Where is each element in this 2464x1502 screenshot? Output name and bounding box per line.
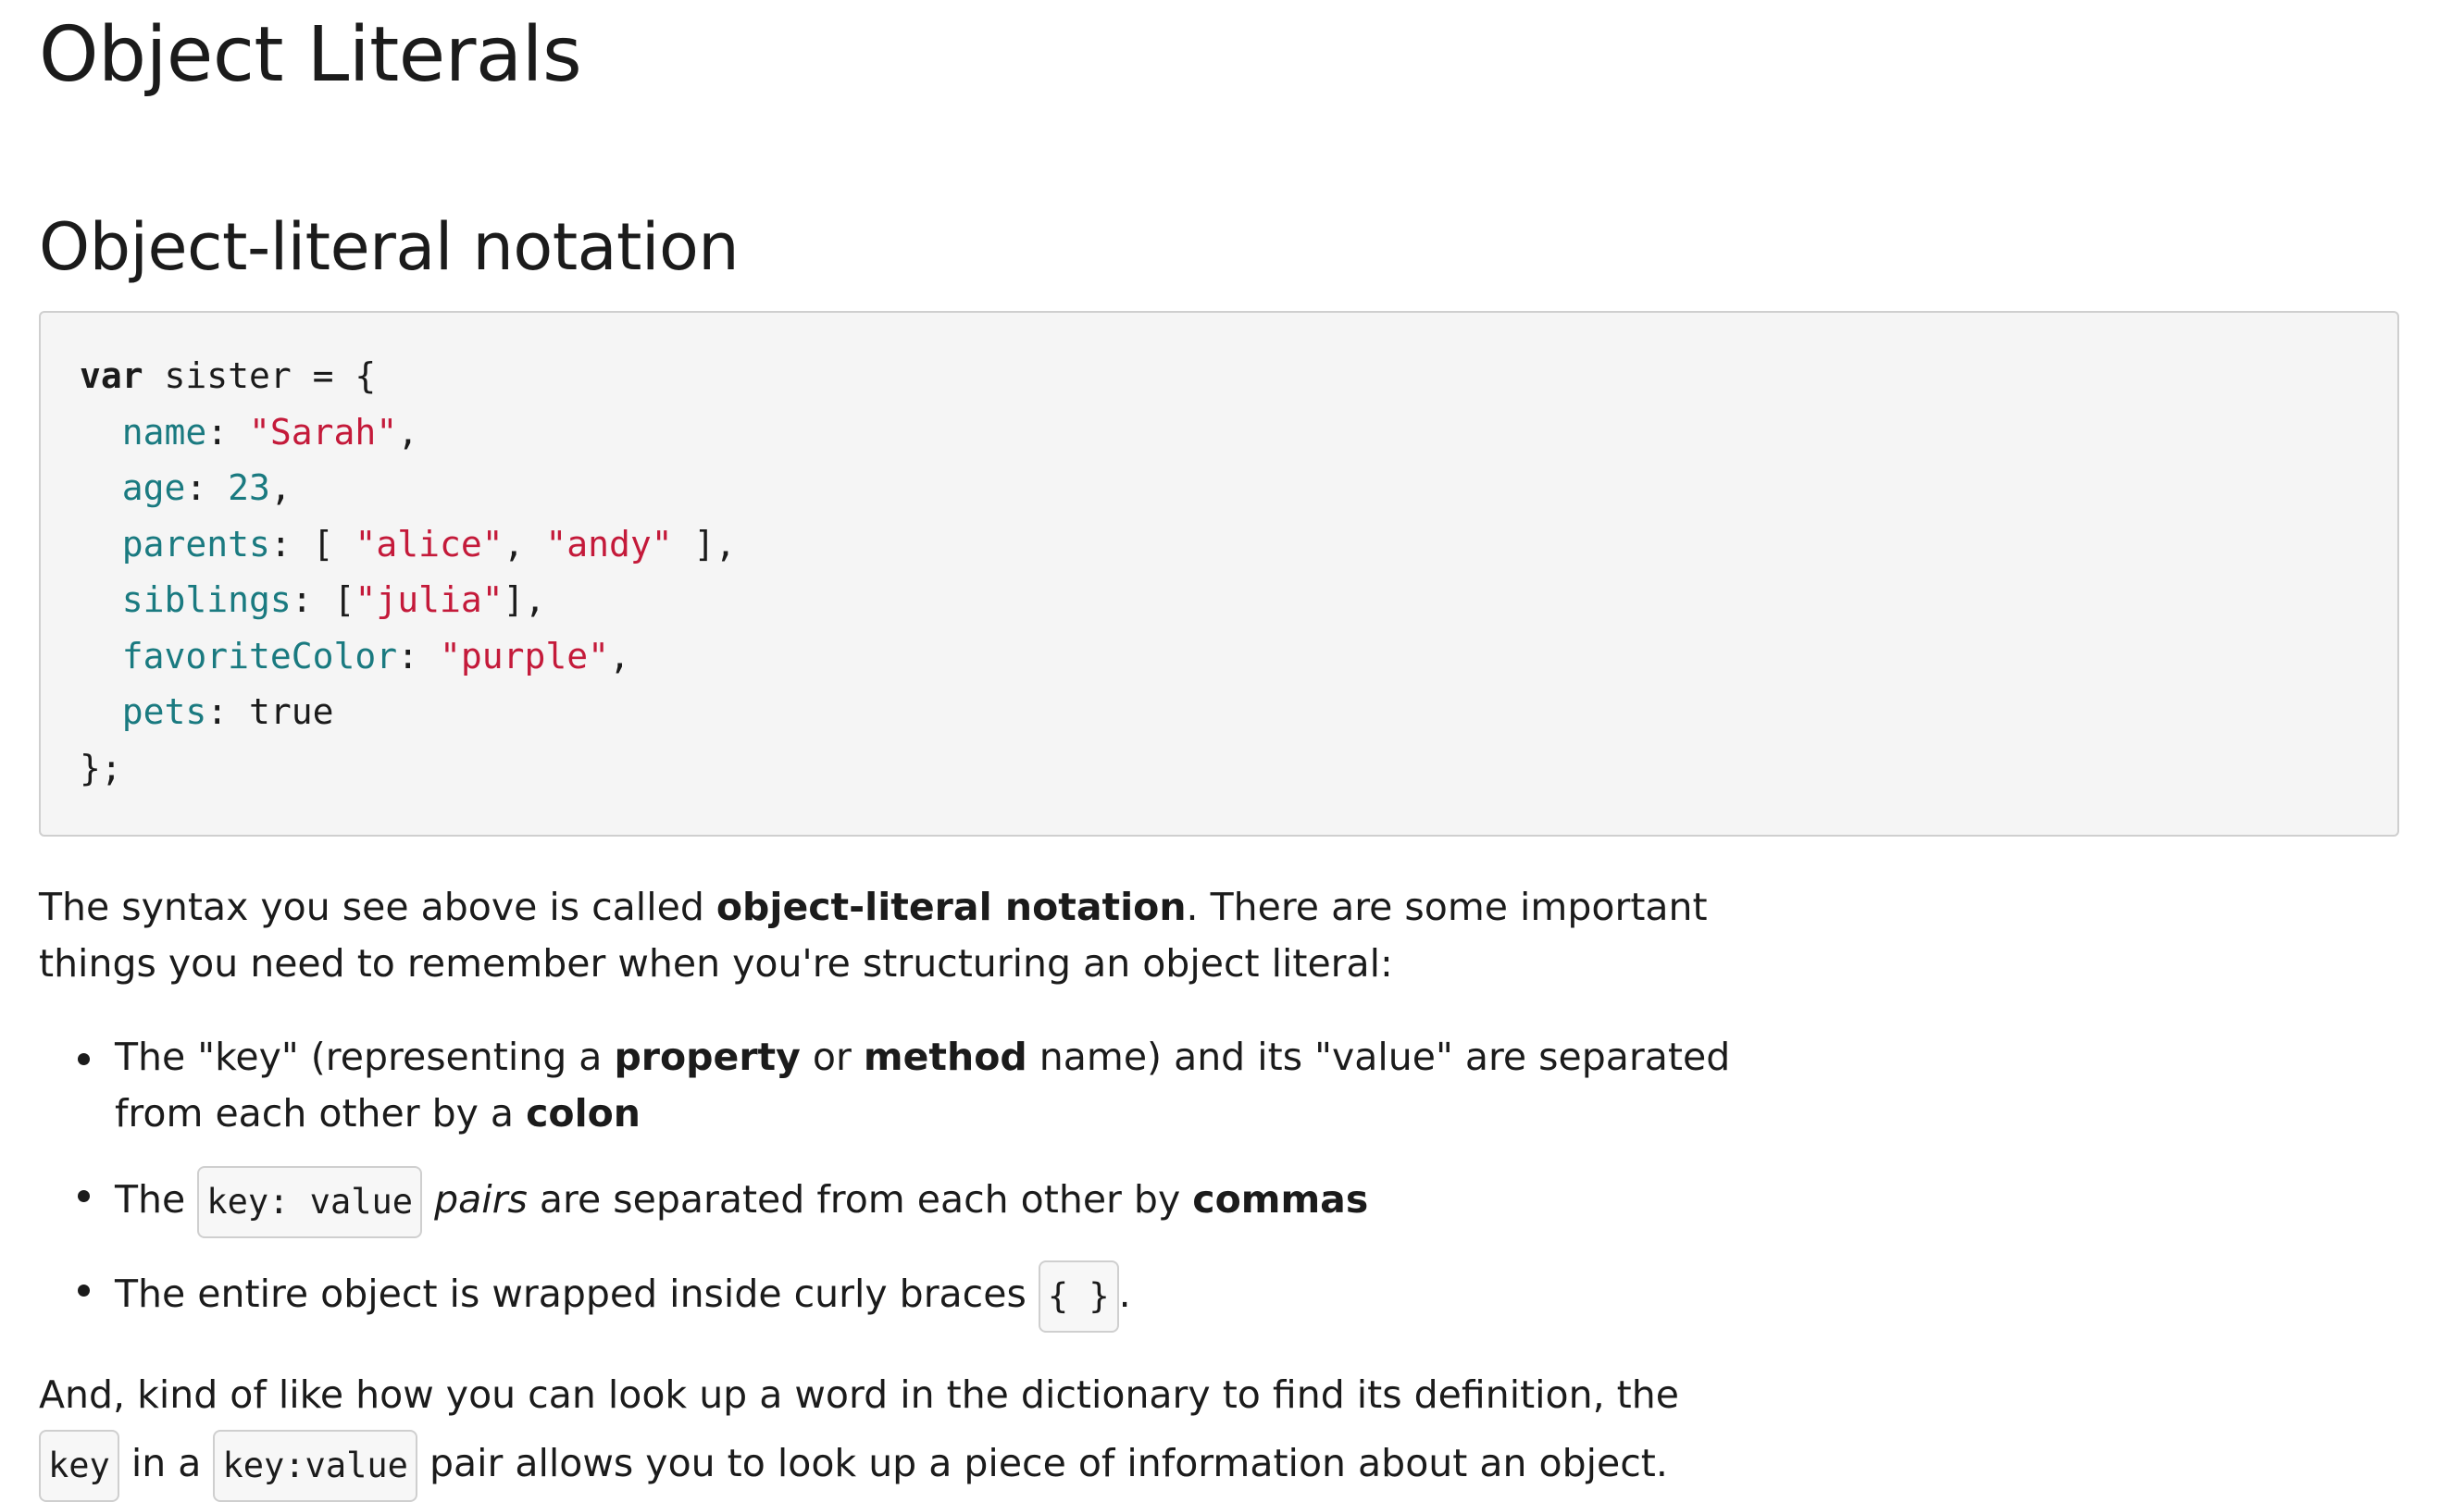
outro-text: And, kind of like how you can look up a … [39, 1372, 1679, 1417]
code-block[interactable]: var sister = { name: "Sarah", age: 23, p… [39, 311, 2399, 837]
inline-code: { } [1038, 1260, 1119, 1333]
list-text: are separated from each other by [527, 1177, 1193, 1222]
list-italic: pairs [434, 1177, 528, 1222]
code-text: : [185, 467, 229, 508]
code-number: 23 [228, 467, 270, 508]
code-string: "andy" [545, 523, 673, 565]
inline-code: key:value [213, 1430, 417, 1502]
code-line-1: var sister = { [80, 348, 2397, 404]
inline-code: key [39, 1430, 119, 1502]
code-text: , [503, 523, 546, 565]
code-property: name [121, 411, 207, 453]
list-item: The key: value pairs are separated from … [39, 1166, 1730, 1238]
bullet-dot-icon [78, 1053, 90, 1065]
code-keyword: var [80, 355, 143, 396]
list-bold: property [614, 1035, 801, 1079]
outro-text: pair allows you to look up a piece of in… [417, 1441, 1668, 1485]
intro-text-line-2: things you need to remember when you're … [39, 941, 1393, 986]
code-string: "julia" [355, 579, 504, 620]
code-property: parents [121, 523, 270, 565]
section-title: Object-literal notation [39, 209, 740, 285]
code-string: "purple" [439, 635, 609, 677]
outro-paragraph: And, kind of like how you can look up a … [39, 1360, 1679, 1502]
list-text: from each other by a [115, 1091, 527, 1136]
code-text: : [ [291, 579, 355, 620]
list-text: or [800, 1035, 864, 1079]
code-line-4: parents: [ "alice", "andy" ], [80, 516, 2397, 573]
rules-list: The "key" (representing a property or me… [39, 1029, 1730, 1333]
intro-bold-term: object-literal notation [716, 885, 1187, 929]
code-literal: true [249, 691, 334, 732]
code-line-7: pets: true [80, 684, 2397, 740]
code-property: age [121, 467, 186, 508]
code-text: , [608, 635, 630, 677]
page-title: Object Literals [39, 11, 582, 99]
code-string: "Sarah" [249, 411, 398, 453]
code-text: , [269, 467, 292, 508]
bullet-dot-icon [78, 1190, 90, 1202]
code-property: siblings [121, 579, 292, 620]
intro-text: The syntax you see above is called [39, 885, 716, 929]
list-item: The "key" (representing a property or me… [39, 1029, 1730, 1142]
code-property: pets [121, 691, 207, 732]
code-line-6: favoriteColor: "purple", [80, 628, 2397, 685]
list-bold: commas [1192, 1177, 1369, 1222]
list-text: . [1118, 1272, 1131, 1316]
list-text: The [115, 1177, 198, 1222]
code-text: , [397, 411, 419, 453]
code-text: ], [672, 523, 737, 565]
code-text: : [397, 635, 440, 677]
list-text: The entire object is wrapped inside curl… [115, 1272, 1039, 1316]
code-text: : [206, 691, 250, 732]
code-line-8: }; [80, 740, 2397, 797]
list-bold: colon [526, 1091, 641, 1136]
code-text: }; [80, 747, 122, 788]
code-line-5: siblings: ["julia"], [80, 572, 2397, 628]
code-line-3: age: 23, [80, 460, 2397, 516]
inline-code: key: value [197, 1166, 423, 1238]
code-text: : [206, 411, 250, 453]
list-bold: method [863, 1035, 1027, 1079]
code-text: sister = { [143, 355, 377, 396]
code-string: "alice" [355, 523, 504, 565]
bullet-dot-icon [78, 1285, 90, 1297]
code-property: favoriteColor [121, 635, 398, 677]
list-text: name) and its "value" are separated [1027, 1035, 1731, 1079]
outro-text: in a [118, 1441, 214, 1485]
intro-text: . There are some important [1186, 885, 1708, 929]
intro-paragraph: The syntax you see above is called objec… [39, 879, 1708, 992]
list-text: The "key" (representing a [115, 1035, 615, 1079]
code-text: : [ [269, 523, 355, 565]
list-item: The entire object is wrapped inside curl… [39, 1260, 1730, 1333]
code-text: ], [503, 579, 546, 620]
code-line-2: name: "Sarah", [80, 404, 2397, 461]
